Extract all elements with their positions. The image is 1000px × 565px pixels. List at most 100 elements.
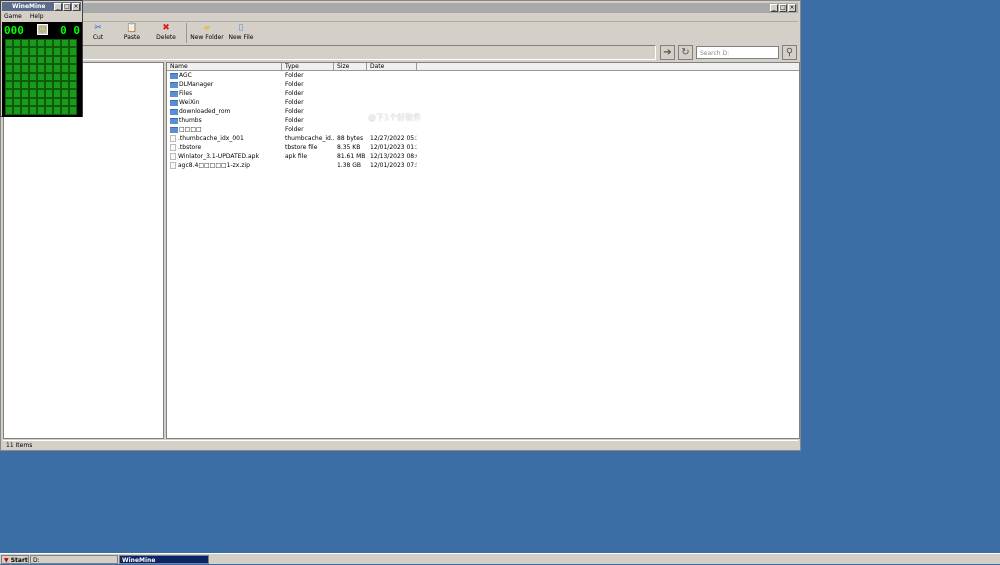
mine-cell[interactable] bbox=[53, 72, 61, 81]
mine-cell[interactable] bbox=[53, 39, 61, 48]
paste-button[interactable]: 📋 Paste bbox=[115, 23, 149, 43]
mine-cell[interactable] bbox=[37, 39, 45, 48]
mine-cell[interactable] bbox=[13, 64, 21, 73]
column-size[interactable]: Size bbox=[334, 63, 367, 70]
delete-button[interactable]: ✖ Delete bbox=[149, 23, 183, 43]
mine-cell[interactable] bbox=[69, 97, 77, 107]
search-icon[interactable]: ⚲ bbox=[782, 45, 797, 60]
mine-cell[interactable] bbox=[5, 89, 13, 98]
mine-cell[interactable] bbox=[61, 64, 69, 73]
mine-cell[interactable] bbox=[37, 97, 45, 107]
mine-cell[interactable] bbox=[61, 89, 69, 98]
file-row[interactable]: agc8.4□□□□□1-zx.zip 1.38 GB 12/01/2023 07:… bbox=[167, 161, 799, 170]
close-button[interactable]: × bbox=[72, 3, 80, 11]
mine-cell[interactable] bbox=[37, 47, 45, 56]
taskbar-item-winemine[interactable]: WineMine bbox=[119, 555, 209, 564]
search-input[interactable]: Search D: bbox=[696, 46, 779, 59]
mine-cell[interactable] bbox=[53, 47, 61, 56]
mine-cell[interactable] bbox=[37, 72, 45, 81]
menu-help[interactable]: Help bbox=[30, 13, 44, 20]
mine-cell[interactable] bbox=[21, 97, 29, 107]
mine-cell[interactable] bbox=[69, 72, 77, 81]
refresh-icon[interactable]: ↻ bbox=[678, 45, 693, 60]
mine-cell[interactable] bbox=[29, 55, 37, 65]
mine-cell[interactable] bbox=[45, 106, 53, 115]
mine-cell[interactable] bbox=[69, 106, 77, 115]
file-row[interactable]: .tbstore tbstore file 8.35 KB 12/01/2023 01… bbox=[167, 143, 799, 152]
mine-cell[interactable] bbox=[69, 80, 77, 90]
mine-cell[interactable] bbox=[45, 39, 53, 48]
file-row[interactable]: Files Folder bbox=[167, 89, 799, 98]
mine-cell[interactable] bbox=[69, 64, 77, 73]
mine-cell[interactable] bbox=[21, 72, 29, 81]
mine-cell[interactable] bbox=[29, 106, 37, 115]
mine-cell[interactable] bbox=[5, 72, 13, 81]
mine-cell[interactable] bbox=[69, 89, 77, 98]
mine-cell[interactable] bbox=[29, 39, 37, 48]
mine-cell[interactable] bbox=[69, 39, 77, 48]
title-bar[interactable]: _ □ × bbox=[3, 3, 798, 13]
mine-cell[interactable] bbox=[13, 89, 21, 98]
start-button[interactable]: ▼ Start bbox=[1, 555, 29, 564]
mine-cell[interactable] bbox=[45, 80, 53, 90]
file-row[interactable]: □□□□ Folder bbox=[167, 125, 799, 134]
mine-cell[interactable] bbox=[5, 55, 13, 65]
mine-cell[interactable] bbox=[13, 47, 21, 56]
mine-cell[interactable] bbox=[61, 80, 69, 90]
go-arrow-icon[interactable]: ➔ bbox=[660, 45, 675, 60]
mine-cell[interactable] bbox=[21, 106, 29, 115]
mine-cell[interactable] bbox=[29, 47, 37, 56]
close-button[interactable]: × bbox=[788, 4, 796, 12]
mine-cell[interactable] bbox=[69, 55, 77, 65]
folder-tree-pane[interactable] bbox=[3, 62, 164, 439]
file-row[interactable]: .thumbcache_idx_001 thumbcache_id... 88 by… bbox=[167, 134, 799, 143]
mine-cell[interactable] bbox=[53, 80, 61, 90]
mine-cell[interactable] bbox=[53, 64, 61, 73]
mine-cell[interactable] bbox=[21, 39, 29, 48]
mine-cell[interactable] bbox=[13, 39, 21, 48]
mine-cell[interactable] bbox=[61, 47, 69, 56]
new-file-button[interactable]: ▯ New File bbox=[224, 23, 258, 43]
mine-cell[interactable] bbox=[21, 47, 29, 56]
file-row[interactable]: WeiXin Folder bbox=[167, 98, 799, 107]
mine-cell[interactable] bbox=[5, 64, 13, 73]
mine-cell[interactable] bbox=[45, 64, 53, 73]
mine-cell[interactable] bbox=[13, 80, 21, 90]
mine-cell[interactable] bbox=[29, 97, 37, 107]
mine-cell[interactable] bbox=[53, 89, 61, 98]
mine-cell[interactable] bbox=[5, 47, 13, 56]
minimize-button[interactable]: _ bbox=[770, 4, 778, 12]
mine-cell[interactable] bbox=[61, 39, 69, 48]
mine-cell[interactable] bbox=[21, 80, 29, 90]
mine-cell[interactable] bbox=[37, 80, 45, 90]
mine-cell[interactable] bbox=[37, 89, 45, 98]
maximize-button[interactable]: □ bbox=[63, 3, 71, 11]
cut-button[interactable]: ✂ Cut bbox=[81, 23, 115, 43]
mine-cell[interactable] bbox=[5, 97, 13, 107]
menu-game[interactable]: Game bbox=[4, 13, 22, 20]
column-type[interactable]: Type bbox=[282, 63, 334, 70]
file-row[interactable]: downloaded_rom Folder bbox=[167, 107, 799, 116]
file-row[interactable]: AGC Folder bbox=[167, 71, 799, 80]
new-folder-button[interactable]: ▰ New Folder bbox=[190, 23, 224, 43]
file-row[interactable]: Winlator_3.1-UPDATED.apk apk file 81.61 MB… bbox=[167, 152, 799, 161]
mine-cell[interactable] bbox=[53, 106, 61, 115]
column-date[interactable]: Date bbox=[367, 63, 417, 70]
mine-cell[interactable] bbox=[29, 64, 37, 73]
mine-cell[interactable] bbox=[21, 64, 29, 73]
file-list-pane[interactable]: Name Type Size Date AGC Folder DLManager Fo… bbox=[166, 62, 800, 439]
mine-cell[interactable] bbox=[29, 72, 37, 81]
mine-cell[interactable] bbox=[45, 47, 53, 56]
mine-cell[interactable] bbox=[37, 106, 45, 115]
mine-cell[interactable] bbox=[21, 89, 29, 98]
mine-cell[interactable] bbox=[45, 55, 53, 65]
mine-cell[interactable] bbox=[45, 72, 53, 81]
mine-cell[interactable] bbox=[37, 55, 45, 65]
column-name[interactable]: Name bbox=[167, 63, 282, 70]
mine-cell[interactable] bbox=[29, 89, 37, 98]
mine-cell[interactable] bbox=[53, 55, 61, 65]
mine-cell[interactable] bbox=[13, 106, 21, 115]
minimize-button[interactable]: _ bbox=[54, 3, 62, 11]
mine-cell[interactable] bbox=[5, 106, 13, 115]
mine-cell[interactable] bbox=[13, 55, 21, 65]
